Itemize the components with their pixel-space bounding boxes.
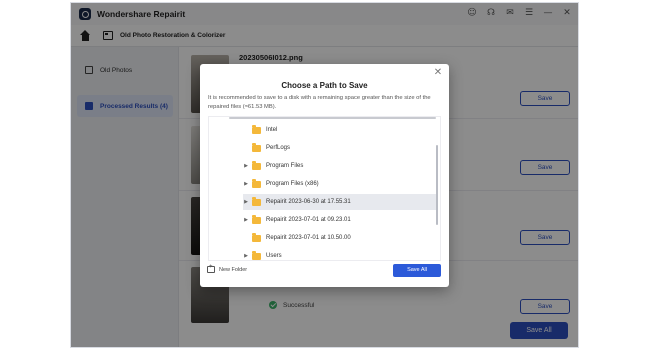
chevron-right-icon[interactable]: ▶ xyxy=(243,181,249,187)
folder-icon xyxy=(252,142,261,152)
chevron-right-icon[interactable]: ▶ xyxy=(243,217,249,223)
tree-item-label: Repairit 2023-07-01 at 10.50.00 xyxy=(266,235,351,241)
folder-icon xyxy=(252,160,261,170)
tree-item-selected[interactable]: ▶ Repairit 2023-06-30 at 17.55.31 xyxy=(243,194,436,210)
tree-item[interactable]: ▶ Program Files (x86) xyxy=(243,176,319,192)
tree-item-label: Intel xyxy=(266,127,278,133)
dialog-description: It is recommended to save to a disk with… xyxy=(208,95,431,110)
folder-icon xyxy=(252,124,261,134)
folder-icon xyxy=(252,232,261,242)
tree-item[interactable]: Repairit 2023-07-01 at 10.50.00 xyxy=(249,230,351,246)
chevron-right-icon[interactable]: ▶ xyxy=(243,163,249,169)
tree-item-label: Repairit 2023-07-01 at 09.23.01 xyxy=(266,217,351,223)
tree-item-label: Program Files xyxy=(266,163,304,169)
tree-item[interactable]: ▶ Users xyxy=(243,248,282,260)
tree-item[interactable]: ▶ Repairit 2023-07-01 at 09.23.01 xyxy=(243,212,351,228)
folder-icon xyxy=(252,214,261,224)
folder-tree: Intel PerfLogs ▶ Program Files ▶ Program… xyxy=(208,116,441,261)
tree-item[interactable]: ▶ Program Files xyxy=(243,158,303,174)
close-icon[interactable]: ✕ xyxy=(433,67,443,79)
dialog-save-all-button[interactable]: Save All xyxy=(393,264,441,277)
tree-item-label: Repairit 2023-06-30 at 17.55.31 xyxy=(266,199,351,205)
tree-item-label: PerfLogs xyxy=(266,145,291,151)
vertical-scrollbar[interactable] xyxy=(436,145,438,225)
folder-icon xyxy=(252,250,261,260)
tree-item-label: Program Files (x86) xyxy=(266,181,319,187)
folder-icon xyxy=(252,178,261,188)
choose-path-dialog: ✕ Choose a Path to Save It is recommende… xyxy=(200,64,449,287)
folder-icon xyxy=(252,196,261,206)
tree-item[interactable]: PerfLogs xyxy=(249,140,290,156)
dialog-title: Choose a Path to Save xyxy=(281,81,368,90)
horizontal-scrollbar[interactable] xyxy=(229,117,436,119)
tree-item[interactable]: Intel xyxy=(249,122,277,138)
chevron-right-icon[interactable]: ▶ xyxy=(243,253,249,259)
chevron-right-icon[interactable]: ▶ xyxy=(243,199,249,205)
new-folder-button[interactable]: New Folder xyxy=(207,264,248,273)
new-folder-label: New Folder xyxy=(219,266,248,273)
tree-item-label: Users xyxy=(266,253,282,259)
new-folder-icon xyxy=(207,264,215,273)
